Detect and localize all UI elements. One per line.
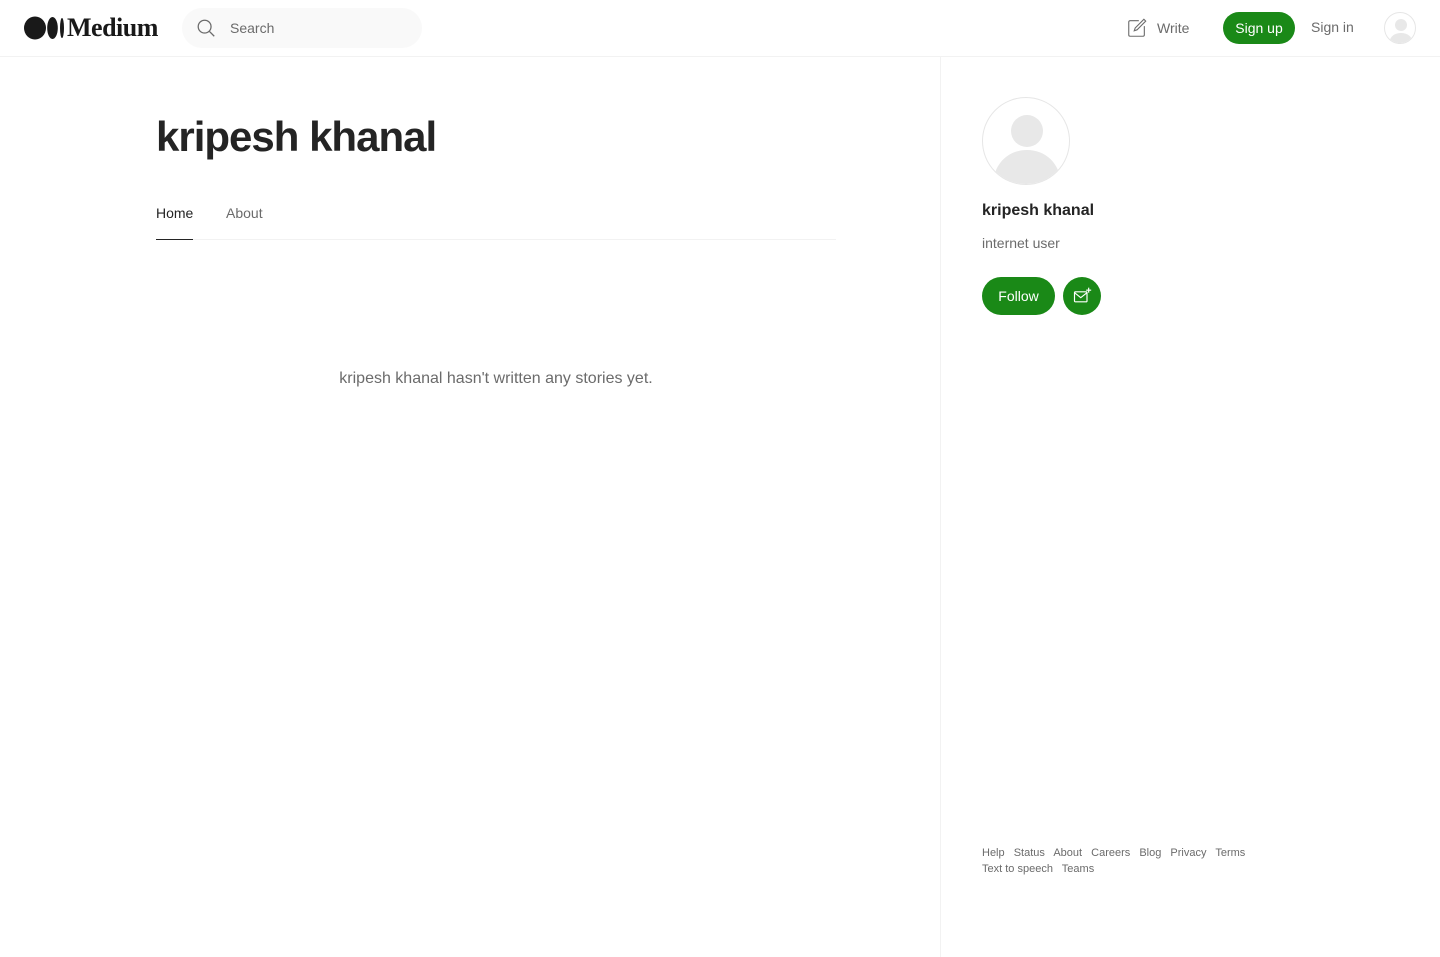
user-avatar-icon [993, 115, 1061, 184]
sidebar-footer: Help Status About Careers Blog Privacy T… [982, 845, 1252, 877]
footer-link-blog[interactable]: Blog [1139, 847, 1161, 859]
footer-link-careers[interactable]: Careers [1091, 847, 1130, 859]
empty-stories-message: kripesh khanal hasn't written any storie… [339, 370, 653, 387]
tab-home[interactable]: Home [156, 205, 194, 240]
user-avatar-icon [1389, 19, 1413, 43]
footer-link-about[interactable]: About [1053, 847, 1082, 859]
medium-logo[interactable]: Medium [24, 13, 158, 42]
subscribe-mail-icon [1073, 287, 1092, 303]
search-input[interactable] [230, 20, 400, 36]
follow-button[interactable]: Follow [982, 277, 1055, 315]
write-icon [1128, 18, 1147, 37]
profile-sidebar: kripesh khanal internet user Follow Help… [940, 57, 1440, 957]
top-navigation-bar: Medium Write Sign up Sign in [0, 0, 1440, 57]
sign-in-link[interactable]: Sign in [1311, 19, 1354, 35]
footer-link-teams[interactable]: Teams [1062, 863, 1094, 875]
sidebar-profile-name[interactable]: kripesh khanal [982, 202, 1094, 220]
subscribe-button[interactable] [1063, 277, 1101, 315]
profile-title: kripesh khanal [156, 113, 437, 160]
medium-logo-icon [24, 16, 64, 40]
footer-link-privacy[interactable]: Privacy [1170, 847, 1206, 859]
write-label: Write [1157, 20, 1190, 36]
tab-about[interactable]: About [226, 205, 263, 240]
write-button[interactable]: Write [1126, 17, 1189, 39]
footer-link-status[interactable]: Status [1014, 847, 1045, 859]
sign-up-button[interactable]: Sign up [1223, 12, 1295, 44]
footer-link-help[interactable]: Help [982, 847, 1005, 859]
search-icon [197, 19, 215, 37]
profile-avatar[interactable] [982, 97, 1070, 185]
sidebar-bio: internet user [982, 235, 1060, 251]
footer-link-text-to-speech[interactable]: Text to speech [982, 863, 1053, 875]
footer-link-terms[interactable]: Terms [1215, 847, 1245, 859]
user-avatar[interactable] [1384, 12, 1416, 44]
logo-wordmark: Medium [67, 13, 158, 42]
search-bar[interactable] [182, 8, 422, 48]
profile-tabs: Home About [156, 203, 836, 240]
